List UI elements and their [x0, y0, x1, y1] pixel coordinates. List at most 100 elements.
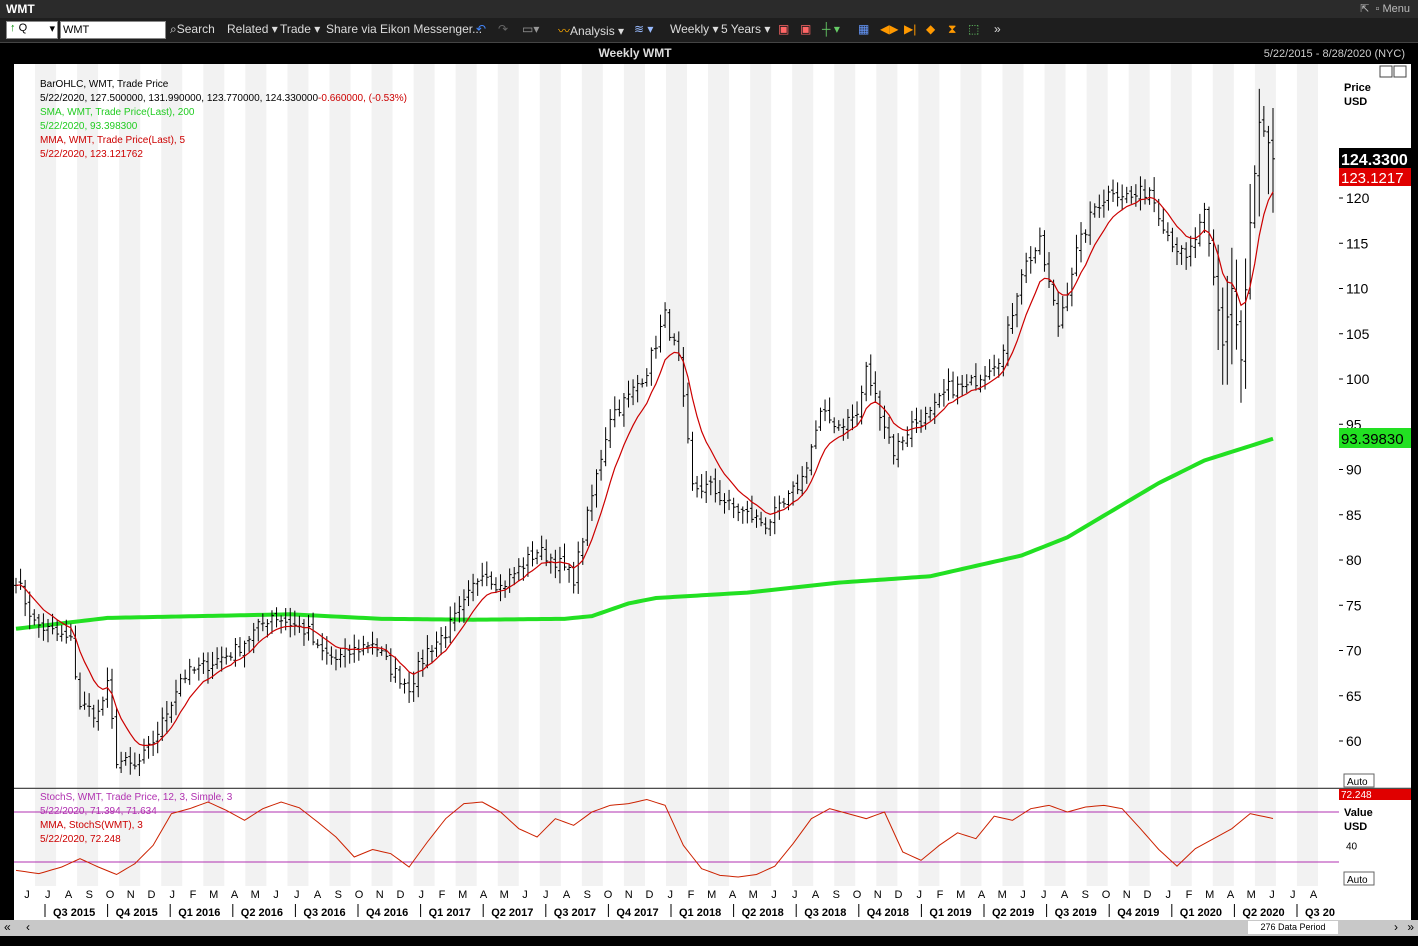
- stoch-tick-label: 40: [1346, 841, 1358, 852]
- scroll-prev-icon[interactable]: ‹: [26, 920, 30, 934]
- quarter-tick-label: Q1 2020: [1180, 907, 1222, 919]
- dropdown-icon[interactable]: ▾: [49, 22, 55, 35]
- price-tick-label: 105: [1346, 326, 1370, 342]
- month-tick-label: J: [1290, 889, 1296, 901]
- window-title: WMT: [6, 2, 35, 16]
- ric-input[interactable]: WMT: [60, 21, 166, 39]
- interval-menu[interactable]: Weekly ▾: [670, 22, 718, 36]
- month-tick-label: M: [209, 889, 218, 901]
- select-icon[interactable]: ⬚: [968, 22, 979, 36]
- month-tick-label: A: [1310, 889, 1318, 901]
- month-tick-label: M: [1247, 889, 1256, 901]
- restore-icon[interactable]: [1379, 65, 1393, 78]
- scroll-next-icon[interactable]: ›: [1394, 920, 1398, 934]
- month-stripe: [708, 64, 730, 788]
- studies-icon[interactable]: ≋ ▾: [634, 22, 653, 36]
- zoom-vertical-icon[interactable]: ◆: [926, 22, 935, 36]
- search-icon: ⌕: [170, 22, 177, 36]
- quarter-tick-label: Q4 2019: [1117, 907, 1159, 919]
- month-stripe: [1086, 64, 1108, 788]
- chart-panel[interactable]: Weekly WMT 5/22/2015 - 8/28/2020 (NYC) 6…: [0, 44, 1418, 920]
- line-chart-icon[interactable]: ▣: [778, 22, 789, 36]
- interval-label: Weekly: [670, 22, 710, 36]
- month-stripe: [287, 789, 309, 886]
- quarter-tick-label: Q4 2018: [867, 907, 909, 919]
- undo-icon[interactable]: ↶: [476, 22, 486, 36]
- month-stripe: [497, 789, 519, 886]
- quarter-tick-label: Q1 2016: [178, 907, 220, 919]
- month-stripe: [497, 64, 519, 788]
- month-tick-label: A: [729, 889, 737, 901]
- month-stripe: [161, 64, 183, 788]
- folder-icon[interactable]: ▭▾: [522, 22, 539, 36]
- period-menu[interactable]: 5 Years ▾: [721, 22, 770, 36]
- value-axis[interactable]: [1339, 789, 1411, 886]
- period-label: 5 Years: [721, 22, 762, 36]
- related-menu[interactable]: Related ▾: [227, 22, 278, 36]
- month-tick-label: S: [584, 889, 591, 901]
- month-stripe: [413, 64, 435, 788]
- month-tick-label: J: [668, 889, 674, 901]
- scroll-end-icon[interactable]: ▶|: [904, 22, 916, 36]
- quarter-tick-label: Q3 20: [1305, 907, 1335, 919]
- symbol-box-value: Q: [18, 22, 28, 34]
- quarter-tick-label: Q1 2017: [429, 907, 471, 919]
- hourglass-icon[interactable]: ⧗: [948, 22, 956, 37]
- month-tick-label: D: [646, 889, 654, 901]
- redo-icon[interactable]: ↷: [498, 22, 508, 36]
- month-tick-label: J: [1269, 889, 1275, 901]
- auto-label-price[interactable]: Auto: [1347, 777, 1368, 788]
- crosshair-icon[interactable]: ┼ ▾: [822, 22, 840, 36]
- month-tick-label: N: [376, 889, 384, 901]
- month-tick-label: S: [1082, 889, 1089, 901]
- scroll-last-icon[interactable]: »: [1407, 920, 1414, 934]
- month-tick-label: A: [65, 889, 73, 901]
- price-tick-label: 60: [1346, 733, 1362, 749]
- month-tick-label: A: [1061, 889, 1069, 901]
- month-stripe: [834, 789, 856, 886]
- month-tick-label: J: [543, 889, 549, 901]
- pin-icon[interactable]: ⇱: [1360, 3, 1369, 15]
- month-tick-label: A: [480, 889, 488, 901]
- chart-svg[interactable]: Weekly WMT 5/22/2015 - 8/28/2020 (NYC) 6…: [0, 44, 1418, 920]
- month-tick-label: O: [853, 889, 862, 901]
- month-stripe: [581, 789, 603, 886]
- more-icon[interactable]: »: [994, 22, 1001, 36]
- legend-sma-line: SMA, WMT, Trade Price(Last), 200: [40, 107, 195, 118]
- scroll-left-icon[interactable]: ◀▶: [880, 22, 898, 36]
- month-stripe: [665, 64, 688, 788]
- month-stripe: [1170, 789, 1192, 886]
- month-tick-label: A: [812, 889, 820, 901]
- scroll-first-icon[interactable]: «: [4, 920, 11, 934]
- month-tick-label: N: [625, 889, 633, 901]
- symbol-selector[interactable]: ↑ Q ▾: [6, 21, 58, 39]
- month-tick-label: O: [604, 889, 613, 901]
- share-button[interactable]: Share via Eikon Messenger...: [326, 22, 482, 36]
- legend-stoch-line3: MMA, StochS(WMT), 3: [40, 820, 143, 831]
- trade-menu[interactable]: Trade ▾: [280, 22, 320, 36]
- month-stripe: [792, 64, 814, 788]
- month-stripe: [1002, 64, 1024, 788]
- menu-button[interactable]: ⇱ ▫ Menu: [1360, 2, 1410, 15]
- month-tick-label: S: [833, 889, 840, 901]
- quarter-tick-label: Q3 2018: [804, 907, 846, 919]
- menu-label[interactable]: Menu: [1382, 3, 1410, 15]
- month-tick-label: M: [1205, 889, 1214, 901]
- close-panel-icon[interactable]: [1393, 65, 1407, 78]
- window-icon[interactable]: ▫: [1376, 3, 1380, 15]
- analysis-menu[interactable]: 〰Analysis ▾: [558, 22, 624, 39]
- scroll-bar[interactable]: « ‹ › »: [0, 920, 1418, 936]
- compare-chart-icon[interactable]: ▣: [800, 22, 811, 36]
- date-range: 5/22/2015 - 8/28/2020 (NYC): [1264, 48, 1405, 60]
- month-stripe: [119, 64, 141, 788]
- month-stripe: [623, 64, 645, 788]
- search-button[interactable]: ⌕Search: [170, 22, 215, 37]
- month-stripe: [876, 789, 898, 886]
- zoom-box-icon[interactable]: ▦: [858, 22, 869, 36]
- price-tick-label: 120: [1346, 190, 1370, 206]
- title-bar: WMT ⇱ ▫ Menu: [0, 0, 1418, 18]
- up-arrow-icon: ↑: [7, 22, 16, 34]
- auto-label-stoch[interactable]: Auto: [1347, 875, 1368, 886]
- quarter-tick-label: Q2 2019: [992, 907, 1034, 919]
- month-stripe: [1044, 64, 1066, 788]
